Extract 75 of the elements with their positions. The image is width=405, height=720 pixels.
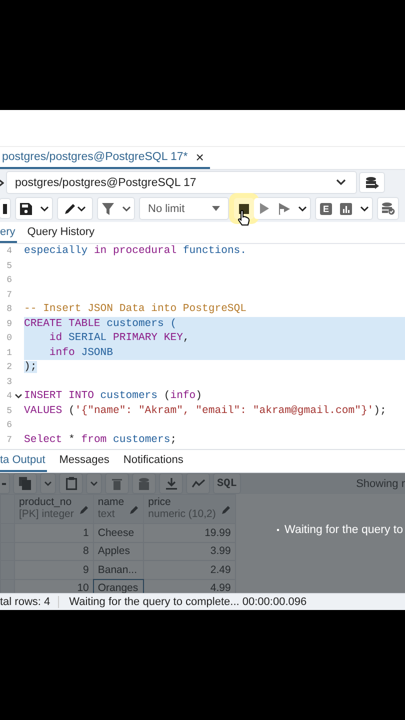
code-line: VALUES ('{"name": "Akram", "email": "akram@gmail.com"}'); — [24, 404, 386, 417]
save-icon — [20, 202, 32, 214]
total-rows-text: tal rows: 4 — [0, 596, 60, 608]
database-check-icon — [381, 202, 395, 215]
hand-cursor-icon — [238, 210, 250, 226]
table-cell: 9 — [14, 560, 94, 579]
play-icon — [260, 203, 268, 214]
database-button[interactable] — [359, 172, 385, 193]
table-cell: Apples — [93, 542, 144, 560]
line-number: 5 — [6, 260, 12, 271]
line-number: 9 — [6, 318, 12, 329]
paste-button[interactable] — [59, 473, 83, 494]
filter-icon — [102, 202, 114, 214]
editor-tab[interactable]: ery — [0, 222, 18, 243]
caret-icon — [360, 206, 368, 212]
caret-icon — [40, 206, 48, 212]
database-icon — [138, 478, 150, 490]
chart-icon — [340, 202, 352, 214]
line-number: 7 — [6, 290, 12, 300]
line-number: 7 — [6, 434, 12, 445]
editor-tab[interactable]: Query History — [27, 222, 97, 243]
loading-message: Waiting for the query to — [284, 524, 403, 536]
line-number: 5 — [6, 406, 12, 416]
table-cell: Cheese — [93, 524, 144, 542]
code-line: -- Insert JSON Data into PostgreSQL — [24, 303, 247, 316]
caret-icon — [298, 206, 306, 212]
connection-select[interactable]: postgres/postgres@PostgreSQL 17 — [6, 171, 357, 194]
line-number: 6 — [6, 420, 12, 430]
pencil-icon — [80, 504, 89, 514]
line-number: 0 — [6, 333, 12, 344]
clipboard-icon — [66, 477, 76, 490]
line-number: 1 — [6, 348, 12, 358]
line-number: 6 — [6, 275, 12, 286]
caret-icon — [44, 481, 52, 486]
download-icon — [166, 478, 176, 490]
line-number: 2 — [6, 362, 12, 372]
caret-icon — [122, 206, 130, 212]
table-cell: 2.49 — [144, 560, 236, 579]
stop-button[interactable] — [234, 198, 254, 219]
results-tab[interactable]: Messages — [59, 450, 112, 472]
table-cell: 8 — [14, 542, 94, 560]
stop-icon — [239, 204, 249, 214]
line-number: 4 — [6, 391, 12, 402]
line-graph-icon — [192, 479, 204, 488]
close-button[interactable]: × — [196, 149, 204, 165]
minus-icon — [2, 482, 6, 484]
pencil-icon — [222, 504, 231, 514]
status-message: Waiting for the query to complete... 00:00:00.096 — [69, 596, 307, 608]
caret-icon — [336, 179, 346, 186]
line-number: 8 — [6, 304, 12, 314]
toolbar-button[interactable] — [0, 198, 11, 219]
download-button[interactable] — [159, 473, 183, 494]
bar-icon — [3, 202, 7, 214]
code-line: INSERT INTO customers (info) — [24, 390, 202, 402]
fold-caret-icon[interactable] — [14, 394, 22, 399]
table-cell: 1 — [14, 524, 94, 542]
code-line: Select * from customers; — [24, 434, 177, 446]
table-cell: 19.99 — [144, 524, 236, 542]
line-number: 4 — [6, 246, 12, 256]
triangle-icon — [212, 206, 220, 211]
limit-select[interactable]: No limit — [139, 197, 229, 220]
graph-button[interactable] — [186, 473, 210, 494]
pencil-caret-icon — [64, 202, 86, 214]
copy-icon — [19, 477, 31, 490]
table-cell: 3.99 — [144, 542, 236, 560]
add-row-button[interactable] — [0, 473, 10, 494]
copy-button[interactable] — [13, 473, 37, 494]
code-line: especially in procedural functions. — [24, 245, 247, 258]
pencil-icon — [130, 504, 140, 514]
line-number: 3 — [6, 376, 12, 387]
trash-icon — [112, 478, 122, 490]
row-count-text: Showing r — [356, 478, 405, 490]
results-tab[interactable]: Notifications — [123, 450, 186, 472]
caret-icon — [90, 481, 98, 486]
database-icon — [365, 176, 379, 190]
